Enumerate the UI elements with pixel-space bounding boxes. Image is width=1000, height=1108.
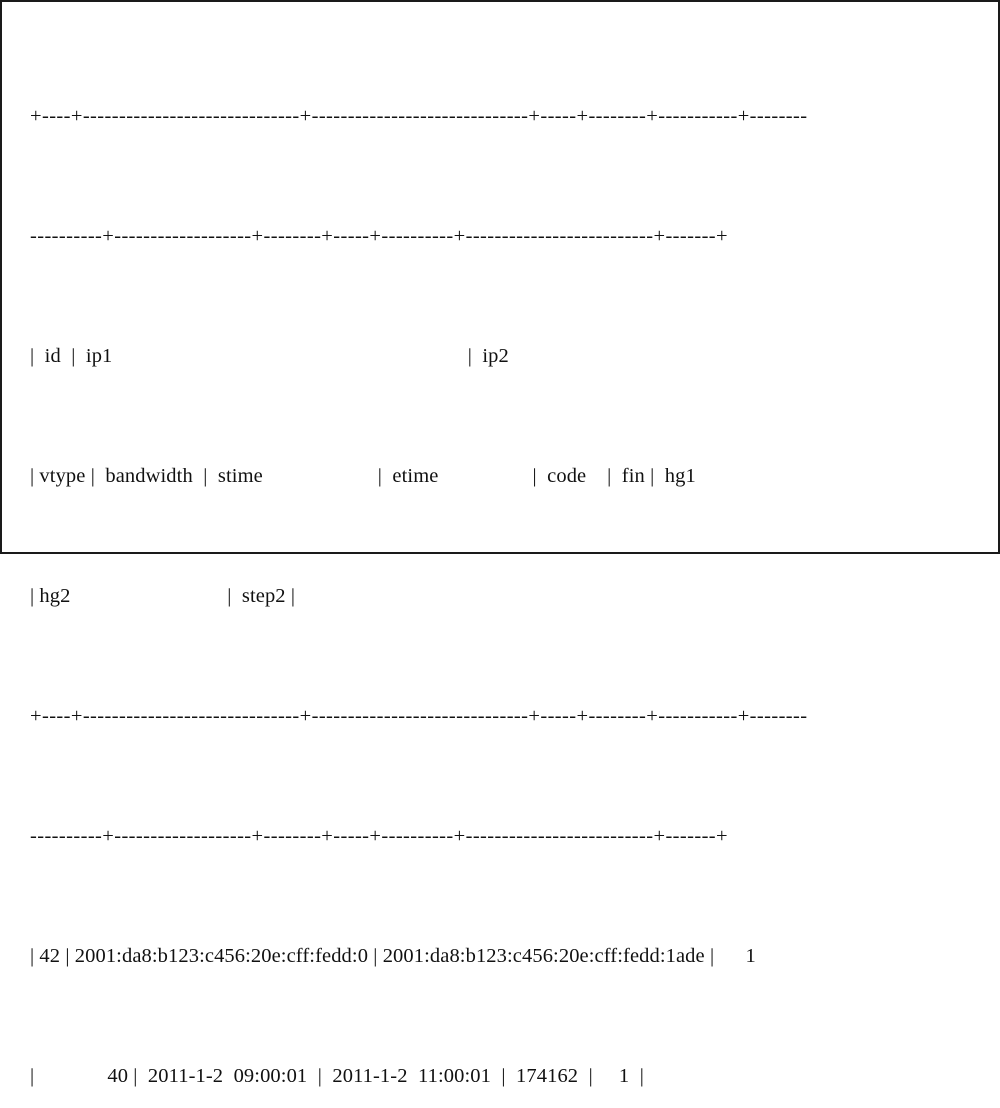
table-separator-top-part1: +----+------------------------------+---… [30, 105, 808, 127]
table-separator-middle-part2: ----------+-------------------+--------+… [30, 825, 728, 847]
table-separator-top-part2: ----------+-------------------+--------+… [30, 225, 728, 247]
table-header-row-part2: | vtype | bandwidth | stime | etime | co… [30, 465, 696, 487]
table-row-part1: | 42 | 2001:da8:b123:c456:20e:cff:fedd:0… [30, 945, 756, 967]
table-header-row-part3: | hg2 | step2 | [30, 585, 296, 607]
table-row-part2: | 40 | 2011-1-2 09:00:01 | 2011-1-2 11:0… [30, 1065, 644, 1087]
page-frame: +----+------------------------------+---… [0, 0, 1000, 1087]
table-separator-middle-part1: +----+------------------------------+---… [30, 705, 808, 727]
sql-result-table: +----+------------------------------+---… [30, 16, 988, 1108]
table-header-row-part1: | id | ip1 | ip2 [30, 345, 509, 367]
